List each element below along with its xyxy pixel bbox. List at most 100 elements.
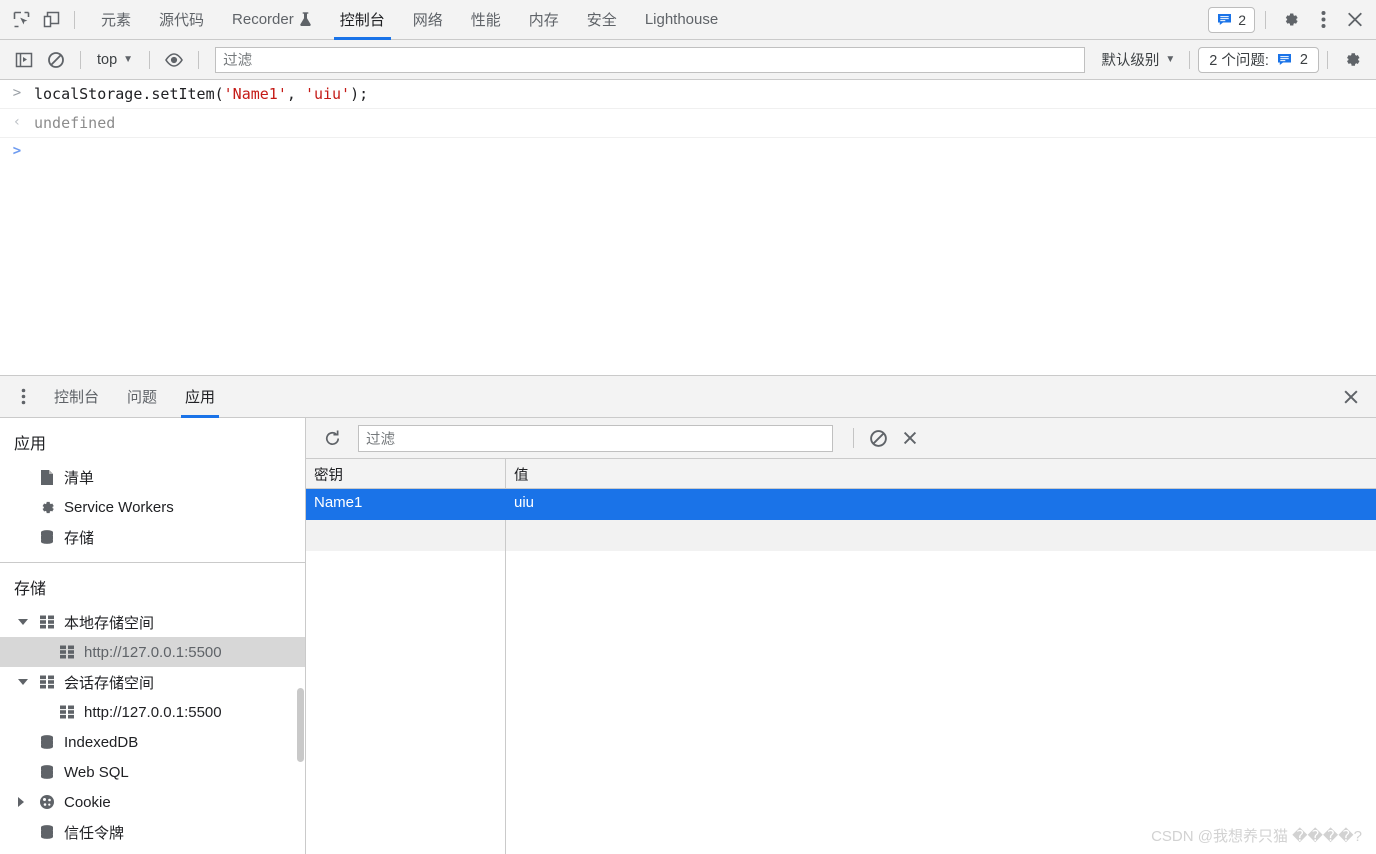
drawer-tab-label: 应用 (185, 389, 216, 406)
sidebar-section-application: 应用 清单 Service Workers 存储 (0, 418, 305, 562)
console-input-text: localStorage.setItem('Name1', 'uiu'); (34, 84, 368, 104)
database-icon (38, 824, 56, 840)
column-header-key[interactable]: 密钥 (306, 459, 506, 488)
sidebar-item-session-storage[interactable]: 会话存储空间 (0, 667, 305, 697)
tab-lighthouse[interactable]: Lighthouse (631, 0, 732, 40)
gear-icon[interactable] (1336, 45, 1368, 75)
drawer-tab-application[interactable]: 应用 (171, 376, 229, 418)
drawer-tab-issues[interactable]: 问题 (113, 376, 171, 418)
experiment-flask-icon (299, 12, 312, 27)
cell-value-empty (506, 520, 514, 551)
storage-toolbar: 过滤 (306, 418, 1376, 459)
sidebar-item-label: http://127.0.0.1:5500 (84, 703, 222, 721)
column-header-value[interactable]: 值 (506, 459, 529, 488)
table-row[interactable]: Name1 uiu (306, 489, 1376, 520)
datagrid-header-row: 密钥 值 (306, 459, 1376, 489)
execution-context-value: top (97, 51, 118, 68)
tab-label: 性能 (470, 12, 501, 29)
tab-elements[interactable]: 元素 (87, 0, 145, 40)
sidebar-item-trust-tokens[interactable]: 信任令牌 (0, 817, 305, 847)
cookie-icon (38, 794, 56, 810)
tab-label: 网络 (412, 12, 443, 29)
sidebar-item-label: IndexedDB (64, 733, 139, 751)
live-expression-eye-icon[interactable] (158, 45, 190, 75)
kebab-menu-icon[interactable] (1308, 5, 1338, 35)
close-icon[interactable] (1334, 380, 1368, 414)
sidebar-item-label: Cookie (64, 793, 111, 811)
console-issues-button[interactable]: 2 个问题: 2 (1198, 46, 1319, 73)
tab-label: Recorder (232, 11, 294, 28)
console-filter-input[interactable]: 过滤 (215, 46, 1086, 73)
toolbar-divider (853, 428, 854, 448)
tab-label: 元素 (101, 12, 132, 29)
drawer-tab-label: 控制台 (54, 389, 100, 406)
cell-value[interactable]: uiu (506, 489, 534, 520)
chevron-down-icon[interactable] (18, 619, 28, 625)
console-sidebar-icon[interactable] (8, 45, 40, 75)
sidebar-item-label: 信任令牌 (64, 824, 125, 842)
tab-sources[interactable]: 源代码 (145, 0, 218, 40)
chevron-right-icon[interactable] (18, 797, 24, 807)
tab-security[interactable]: 安全 (573, 0, 631, 40)
sidebar-section-title: 应用 (14, 436, 47, 453)
device-toolbar-icon[interactable] (36, 5, 66, 35)
tab-console[interactable]: 控制台 (326, 0, 399, 40)
cell-key-empty (306, 520, 506, 551)
application-sidebar[interactable]: 应用 清单 Service Workers 存储 存储 本地存储空间 http:… (0, 418, 306, 854)
console-toolbar: top ▼ 过滤 默认级别 ▼ 2 个问题: 2 (0, 40, 1376, 80)
code-token: localStorage.setItem( (34, 85, 224, 103)
issue-speech-bubble-icon (1277, 53, 1292, 66)
cell-key[interactable]: Name1 (306, 489, 506, 520)
sidebar-item-manifest[interactable]: 清单 (0, 462, 305, 492)
toolbar-divider (80, 50, 81, 69)
toolbar-divider (198, 50, 200, 69)
sidebar-section-storage: 存储 本地存储空间 http://127.0.0.1:5500 会话存储空间 h… (0, 562, 305, 847)
clear-console-icon[interactable] (40, 45, 72, 75)
tab-network[interactable]: 网络 (399, 0, 457, 40)
tab-recorder[interactable]: Recorder (218, 0, 326, 40)
execution-context-select[interactable]: top ▼ (89, 47, 141, 73)
gear-icon (38, 499, 56, 516)
toolbar-divider (74, 10, 75, 29)
datagrid-body: Name1 uiu (306, 489, 1376, 854)
clear-all-icon[interactable] (862, 423, 894, 453)
delete-selected-icon[interactable] (894, 423, 926, 453)
sidebar-scrollbar[interactable] (297, 688, 304, 762)
console-result-message: ‹ undefined (0, 109, 1376, 138)
gear-icon[interactable] (1276, 5, 1306, 35)
code-token-string: 'uiu' (304, 85, 351, 103)
tab-performance[interactable]: 性能 (457, 0, 515, 40)
sidebar-item-service-workers[interactable]: Service Workers (0, 492, 305, 522)
drawer-tab-console[interactable]: 控制台 (40, 376, 113, 418)
sidebar-item-local-storage[interactable]: 本地存储空间 (0, 607, 305, 637)
console-prompt[interactable]: > (0, 138, 1376, 164)
table-grid-icon (38, 675, 56, 689)
drawer: 控制台 问题 应用 应用 清单 Service Workers 存储 存储 本地… (0, 375, 1376, 854)
sidebar-item-cookies[interactable]: Cookie (0, 787, 305, 817)
log-level-select[interactable]: 默认级别 ▼ (1095, 47, 1181, 73)
prompt-chevron-icon: > (12, 143, 22, 159)
refresh-icon[interactable] (316, 423, 348, 453)
sidebar-item-session-storage-origin[interactable]: http://127.0.0.1:5500 (0, 697, 305, 727)
tab-memory[interactable]: 内存 (515, 0, 573, 40)
toolbar-divider (1327, 50, 1328, 69)
chevron-down-icon[interactable] (18, 679, 28, 685)
storage-view: 过滤 密钥 值 Name1 uiu (306, 418, 1376, 854)
storage-datagrid[interactable]: 密钥 值 Name1 uiu (306, 459, 1376, 854)
database-icon (38, 529, 56, 545)
console-message-list[interactable]: > localStorage.setItem('Name1', 'uiu'); … (0, 80, 1376, 375)
kebab-menu-icon[interactable] (6, 380, 40, 414)
issues-count: 2 (1238, 11, 1246, 28)
issues-count: 2 (1299, 51, 1308, 68)
inspect-cursor-icon[interactable] (6, 5, 36, 35)
sidebar-item-storage-overview[interactable]: 存储 (0, 522, 305, 552)
issues-badge-button[interactable]: 2 (1208, 6, 1255, 33)
table-grid-icon (38, 615, 56, 629)
storage-filter-input[interactable]: 过滤 (358, 424, 833, 452)
sidebar-item-local-storage-origin[interactable]: http://127.0.0.1:5500 (0, 637, 305, 667)
sidebar-item-websql[interactable]: Web SQL (0, 757, 305, 787)
table-row-empty[interactable] (306, 520, 1376, 551)
sidebar-item-indexeddb[interactable]: IndexedDB (0, 727, 305, 757)
sidebar-item-label: Web SQL (64, 763, 129, 781)
close-icon[interactable] (1340, 5, 1370, 35)
